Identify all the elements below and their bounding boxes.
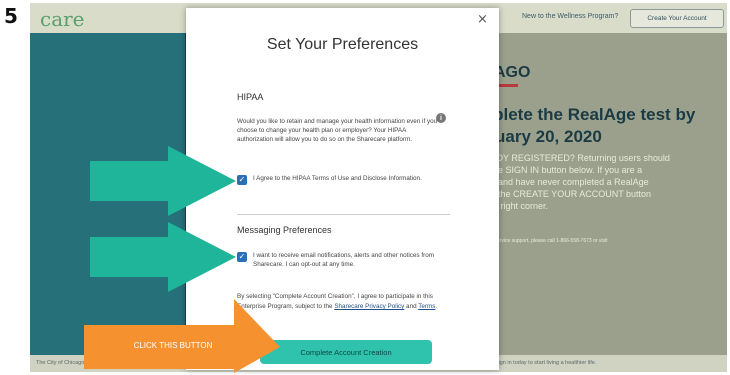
sharecare-logo: care (40, 7, 85, 31)
already-registered-text: READY REGISTERED? Returning users should… (478, 153, 670, 211)
messaging-checkbox-label[interactable]: I want to receive email notifications, a… (253, 251, 453, 269)
hipaa-description: Would you like to retain and manage your… (237, 118, 438, 143)
info-icon[interactable]: i (436, 113, 446, 123)
contact-text: ember Service support, please call 1-866… (478, 238, 608, 244)
legal-text-end: . (435, 303, 438, 310)
arrow-icon (90, 222, 236, 292)
legal-text-and: and (404, 303, 419, 310)
realage-heading: mplete the RealAge test by bruary 20, 20… (478, 105, 696, 146)
messaging-heading: Messaging Preferences (237, 225, 332, 235)
close-icon[interactable]: × (477, 12, 488, 27)
complete-account-creation-button[interactable]: Complete Account Creation (260, 340, 432, 364)
arrow-icon (90, 146, 236, 216)
terms-link[interactable]: Terms (418, 303, 435, 310)
new-to-wellness-text: New to the Wellness Program? (522, 13, 619, 20)
modal-title: Set Your Preferences (266, 36, 419, 53)
click-this-button-label: CLICK THIS BUTTON (133, 341, 213, 350)
footer-right-text: ed to sign in today to start living a he… (482, 360, 597, 366)
privacy-policy-link[interactable]: Sharecare Privacy Policy (334, 303, 404, 310)
create-account-button[interactable]: Create Your Account (630, 9, 724, 28)
step-number: 5 (4, 4, 18, 28)
hipaa-checkbox-label[interactable]: I Agree to the HIPAA Terms of Use and Di… (253, 174, 448, 183)
arrow-icon (84, 299, 280, 373)
hipaa-heading: HIPAA (237, 92, 264, 102)
section-divider (237, 214, 450, 215)
